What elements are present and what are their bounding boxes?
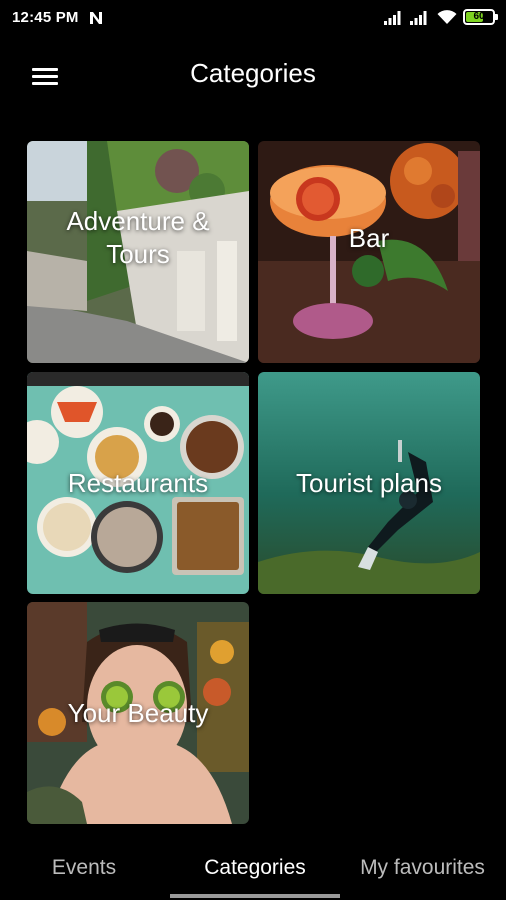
signal-icon: [410, 11, 427, 25]
category-tile-your-beauty[interactable]: Your Beauty: [27, 602, 249, 824]
category-label: Tourist plans: [296, 467, 442, 498]
status-time: 12:45 PM: [12, 9, 79, 26]
active-tab-indicator: [170, 894, 340, 898]
category-label: Your Beauty: [67, 697, 209, 728]
category-tile-restaurants[interactable]: Restaurants: [27, 372, 249, 594]
bottom-navigation: Events Categories My favourites: [0, 848, 506, 900]
tab-categories[interactable]: Categories: [170, 848, 340, 890]
battery-icon: 60: [463, 9, 495, 25]
signal-icon: [384, 11, 401, 25]
category-label: Bar: [348, 222, 390, 253]
tab-events[interactable]: Events: [28, 848, 140, 890]
category-tile-tourist-plans[interactable]: Tourist plans: [258, 372, 480, 594]
battery-level: 60: [473, 11, 485, 22]
notification-n-icon: [90, 12, 102, 24]
wifi-icon: [437, 10, 457, 24]
category-tile-adventure-tours[interactable]: Adventure & Tours: [27, 141, 249, 363]
category-label: Adventure & Tours: [66, 206, 210, 269]
category-tile-bar[interactable]: Bar: [258, 141, 480, 363]
page-title: Categories: [190, 58, 316, 88]
battery-tip: [495, 14, 498, 20]
status-bar: 12:45 PM 60: [0, 0, 506, 36]
category-label: Restaurants: [67, 467, 209, 498]
tab-my-favourites[interactable]: My favourites: [345, 848, 500, 890]
